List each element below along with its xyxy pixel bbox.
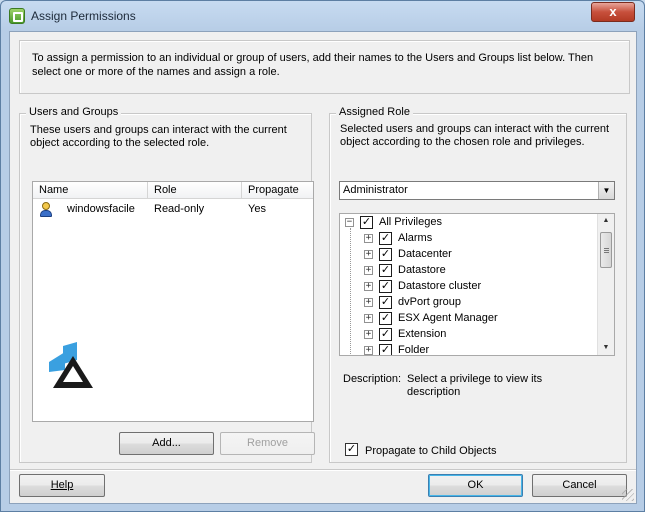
- privileges-scrollbar[interactable]: ▲ ▼: [597, 214, 614, 355]
- checkbox-icon[interactable]: ✓: [379, 344, 392, 355]
- checkbox-icon[interactable]: ✓: [379, 296, 392, 309]
- propagate-checkbox[interactable]: ✓: [345, 443, 358, 456]
- checkbox-icon[interactable]: ✓: [379, 232, 392, 245]
- checkbox-icon[interactable]: ✓: [379, 280, 392, 293]
- remove-button[interactable]: Remove: [220, 432, 315, 455]
- help-button[interactable]: Help: [19, 474, 105, 497]
- scrollbar-thumb[interactable]: [600, 232, 612, 268]
- resize-grip-icon[interactable]: [622, 489, 634, 501]
- tree-label: Datacenter: [398, 248, 452, 260]
- assigned-role-group: Assigned Role Selected users and groups …: [329, 106, 627, 463]
- help-button-label: Help: [50, 479, 74, 491]
- propagate-label[interactable]: Propagate to Child Objects: [365, 445, 496, 457]
- scroll-up-icon[interactable]: ▲: [598, 214, 614, 228]
- privileges-tree[interactable]: − ✓ All Privileges + ✓ Alarms + ✓ Datace…: [339, 213, 615, 356]
- expand-icon[interactable]: +: [364, 314, 373, 323]
- intro-panel: To assign a permission to an individual …: [19, 40, 630, 94]
- tree-label: Datastore: [398, 264, 446, 276]
- row-role: Read-only: [154, 203, 205, 215]
- tree-label: ESX Agent Manager: [398, 312, 498, 324]
- cancel-button[interactable]: Cancel: [532, 474, 627, 497]
- column-header-name[interactable]: Name: [33, 182, 148, 199]
- user-icon: [39, 202, 53, 218]
- expand-icon[interactable]: +: [364, 298, 373, 307]
- assign-permissions-window: Assign Permissions x To assign a permiss…: [0, 0, 645, 512]
- assigned-role-description: Selected users and groups can interact w…: [340, 123, 610, 148]
- window-title: Assign Permissions: [31, 9, 136, 23]
- tree-label: Datastore cluster: [398, 280, 482, 292]
- row-propagate: Yes: [248, 203, 266, 215]
- checkbox-icon[interactable]: ✓: [379, 328, 392, 341]
- assigned-role-legend: Assigned Role: [336, 106, 413, 118]
- checkbox-icon[interactable]: ✓: [379, 264, 392, 277]
- tree-label: Extension: [398, 328, 447, 340]
- column-header-propagate[interactable]: Propagate: [242, 182, 313, 199]
- expand-icon[interactable]: +: [364, 234, 373, 243]
- users-and-groups-group: Users and Groups These users and groups …: [19, 106, 315, 463]
- title-bar[interactable]: Assign Permissions x: [1, 1, 644, 31]
- expand-icon[interactable]: +: [364, 266, 373, 275]
- role-select-value: Administrator: [343, 184, 408, 196]
- tree-item-esx-agent-manager[interactable]: + ✓ ESX Agent Manager: [340, 311, 598, 327]
- collapse-icon[interactable]: −: [345, 218, 354, 227]
- checkbox-all-privileges[interactable]: ✓: [360, 216, 373, 229]
- users-groups-list[interactable]: Name Role Propagate windowsfacile Read-o…: [32, 181, 314, 422]
- close-button[interactable]: x: [591, 2, 635, 22]
- description-label: Description:: [343, 373, 402, 385]
- description-value: Select a privilege to view its descripti…: [407, 373, 543, 398]
- expand-icon[interactable]: +: [364, 250, 373, 259]
- tree-label: Alarms: [398, 232, 433, 244]
- tree-item-dvport-group[interactable]: + ✓ dvPort group: [340, 295, 598, 311]
- tree-item-datastore-cluster[interactable]: + ✓ Datastore cluster: [340, 279, 598, 295]
- tree-item-extension[interactable]: + ✓ Extension: [340, 327, 598, 343]
- tree-item-datacenter[interactable]: + ✓ Datacenter: [340, 247, 598, 263]
- tree-item-all-privileges[interactable]: − ✓ All Privileges: [340, 215, 598, 231]
- close-icon: x: [609, 4, 617, 19]
- permissions-app-icon: [9, 8, 25, 24]
- checkbox-icon[interactable]: ✓: [379, 248, 392, 261]
- add-button[interactable]: Add...: [119, 432, 214, 455]
- ok-button[interactable]: OK: [428, 474, 523, 497]
- windowsfacile-logo: [49, 342, 93, 388]
- checkbox-icon[interactable]: ✓: [379, 312, 392, 325]
- column-header-role[interactable]: Role: [148, 182, 242, 199]
- expand-icon[interactable]: +: [364, 346, 373, 355]
- tree-label: Folder: [398, 344, 430, 356]
- tree-label: dvPort group: [398, 296, 461, 308]
- chevron-down-icon[interactable]: ▼: [598, 182, 614, 199]
- scroll-down-icon[interactable]: ▼: [598, 341, 614, 355]
- table-row[interactable]: windowsfacile Read-only Yes: [33, 201, 313, 219]
- row-name: windowsfacile: [67, 203, 135, 215]
- users-and-groups-legend: Users and Groups: [26, 106, 122, 118]
- tree-item-folder[interactable]: + ✓ Folder: [340, 343, 598, 356]
- tree-label: All Privileges: [379, 216, 442, 228]
- tree-item-alarms[interactable]: + ✓ Alarms: [340, 231, 598, 247]
- dialog-client-area: To assign a permission to an individual …: [9, 31, 637, 504]
- list-header: Name Role Propagate: [33, 182, 313, 199]
- expand-icon[interactable]: +: [364, 282, 373, 291]
- role-select[interactable]: Administrator ▼: [339, 181, 615, 200]
- tree-item-datastore[interactable]: + ✓ Datastore: [340, 263, 598, 279]
- intro-text: To assign a permission to an individual …: [32, 52, 594, 78]
- expand-icon[interactable]: +: [364, 330, 373, 339]
- users-groups-description: These users and groups can interact with…: [30, 124, 287, 149]
- footer-separator: [10, 469, 636, 471]
